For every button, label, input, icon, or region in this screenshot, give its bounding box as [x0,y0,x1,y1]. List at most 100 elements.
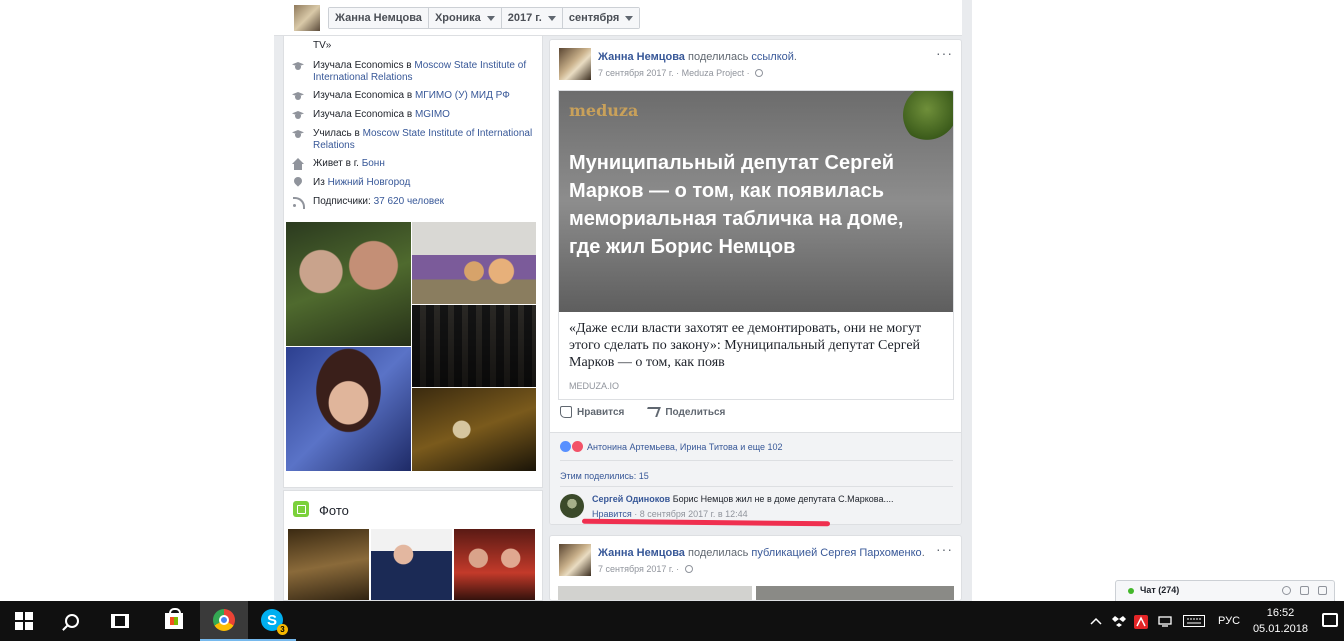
notification-center-icon[interactable] [1322,613,1338,627]
intro-followers-link[interactable]: 37 620 человек [374,196,444,207]
notification-badge: 3 [277,624,288,635]
featured-photo[interactable] [286,222,411,346]
post-meta: 7 сентября 2017 г. · [598,564,693,574]
post-feedback: Антонина Артемьева, Ирина Титова и еще 1… [550,432,961,524]
post-actions: Нравится Поделиться [560,406,725,418]
crumb-year[interactable]: 2017 г. [501,8,563,28]
avatar[interactable] [559,544,591,576]
shares-count[interactable]: Этим поделились: 15 [560,471,649,481]
post-header: Жанна Немцова поделилась публикацией Сер… [598,547,925,559]
commenter-avatar[interactable] [560,494,584,518]
thumbs-up-icon [560,406,572,418]
featured-photo[interactable] [412,222,536,304]
start-button[interactable] [0,601,48,641]
comment: Сергей Одиноков Борис Немцов жил не в до… [592,494,894,504]
post-author[interactable]: Жанна Немцова [598,547,685,559]
globe-icon [755,69,764,77]
profile-thumbnail[interactable] [294,5,320,31]
meduza-logo: meduza [569,101,639,120]
intro-followers: Подписчики: 37 620 человек [292,196,537,209]
dropbox-icon[interactable] [1112,615,1126,627]
featured-photo[interactable] [412,388,536,471]
link-description[interactable]: «Даже если власти захотят ее демонтирова… [569,320,945,371]
share-arrow-icon [644,407,662,417]
photo-thumbnail[interactable] [371,529,452,600]
chevron-up-icon[interactable] [1089,615,1103,627]
featured-photo[interactable] [286,347,411,471]
photo-thumbnail[interactable] [454,529,535,600]
crumb-timeline[interactable]: Хроника [428,8,502,28]
store-button[interactable] [150,601,198,641]
comment-text: Борис Немцов жил не в доме депутата С.Ма… [672,494,894,504]
post-header: Жанна Немцова поделилась ссылкой. [598,51,797,63]
store-icon [165,608,183,629]
chevron-down-icon [547,15,556,21]
new-window-icon[interactable] [1318,586,1327,595]
post-attachment-image[interactable] [558,586,954,600]
more-options-icon[interactable]: ··· [936,542,953,556]
task-view-button[interactable] [96,601,144,641]
system-clock[interactable]: 16:52 05.01.2018 [1253,605,1308,637]
chrome-taskbar-button[interactable] [200,601,248,641]
intro-education-link[interactable]: МГИМО (У) МИД РФ [415,90,510,101]
reactions-summary[interactable]: Антонина Артемьева, Ирина Титова и еще 1… [560,441,783,452]
graduation-cap-icon [292,109,304,121]
comment-like-link[interactable]: Нравится [592,509,632,519]
intro-education-3: Изучала Economica в MGIMO [292,109,537,121]
intro-lives-in: Живет в г. Бонн [292,158,537,170]
photos-icon [293,501,309,517]
task-view-icon [111,614,129,628]
gear-icon[interactable] [1282,586,1291,595]
link-preview[interactable]: meduza Муниципальный депутат Сергей Марк… [558,90,954,400]
keyboard-icon[interactable] [1183,615,1205,627]
post-author[interactable]: Жанна Немцова [598,51,685,63]
chevron-down-icon [625,15,634,21]
featured-photo[interactable] [412,305,536,387]
link-image-headline: Муниципальный депутат Сергей Марков — о … [569,152,904,258]
intro-education-2: Изучала Economica в МГИМО (У) МИД РФ [292,90,537,102]
more-options-icon[interactable]: ··· [936,46,953,60]
post-date[interactable]: 7 сентября 2017 г. [598,564,674,574]
comment-time[interactable]: 8 сентября 2017 г. в 12:44 [640,509,748,519]
post-action-link[interactable]: ссылкой [751,51,794,63]
like-button[interactable]: Нравится [560,406,624,418]
intro-city-link[interactable]: Бонн [362,158,385,169]
link-domain: MEDUZA.IO [569,381,620,391]
followers-icon [292,196,305,209]
acrobat-icon[interactable] [1134,615,1148,629]
post-action-link[interactable]: публикацией Сергея Пархоменко [751,547,921,559]
intro-education-1: Изучала Economics в Moscow State Institu… [292,60,537,84]
taskbar: S3 РУС 16:52 05.01.2018 [0,601,1344,641]
edit-icon[interactable] [1300,586,1309,595]
feed-post: Жанна Немцова поделилась публикацией Сер… [549,535,962,601]
share-button[interactable]: Поделиться [644,406,725,418]
search-icon [65,614,79,628]
home-icon [292,158,304,170]
online-status-icon [1128,588,1134,594]
link-preview-image[interactable]: meduza Муниципальный депутат Сергей Марк… [559,91,953,312]
photos-title[interactable]: Фото [319,503,349,518]
chrome-icon [213,609,235,631]
post-date[interactable]: 7 сентября 2017 г. [598,68,674,78]
network-icon[interactable] [1158,615,1172,627]
skype-icon: S3 [261,609,288,635]
timeline-breadcrumb: Жанна Немцова Хроника 2017 г. сентября [328,7,641,29]
comment-author[interactable]: Сергей Одиноков [592,494,670,504]
crumb-month[interactable]: сентября [562,8,640,28]
chat-bar[interactable]: Чат (274) [1115,580,1335,601]
avatar[interactable] [559,48,591,80]
skype-taskbar-button[interactable]: S3 [248,601,296,641]
photo-thumbnail[interactable] [288,529,369,600]
intro-hometown-link[interactable]: Нижний Новгород [328,177,411,188]
timeline-header-bar: Жанна Немцова Хроника 2017 г. сентября [274,0,962,36]
post-source[interactable]: Meduza Project [682,68,745,78]
search-button[interactable] [48,601,96,641]
crumb-profile-name[interactable]: Жанна Немцова [329,8,429,28]
location-pin-icon [292,177,304,189]
post-meta: 7 сентября 2017 г. · Meduza Project · [598,68,764,78]
intro-education-4: Училась в Moscow State Institute of Inte… [292,128,537,152]
intro-education-link[interactable]: MGIMO [415,109,450,120]
language-indicator[interactable]: РУС [1218,601,1240,641]
chat-label: Чат (274) [1140,585,1180,595]
photos-section: Фото [283,490,543,601]
